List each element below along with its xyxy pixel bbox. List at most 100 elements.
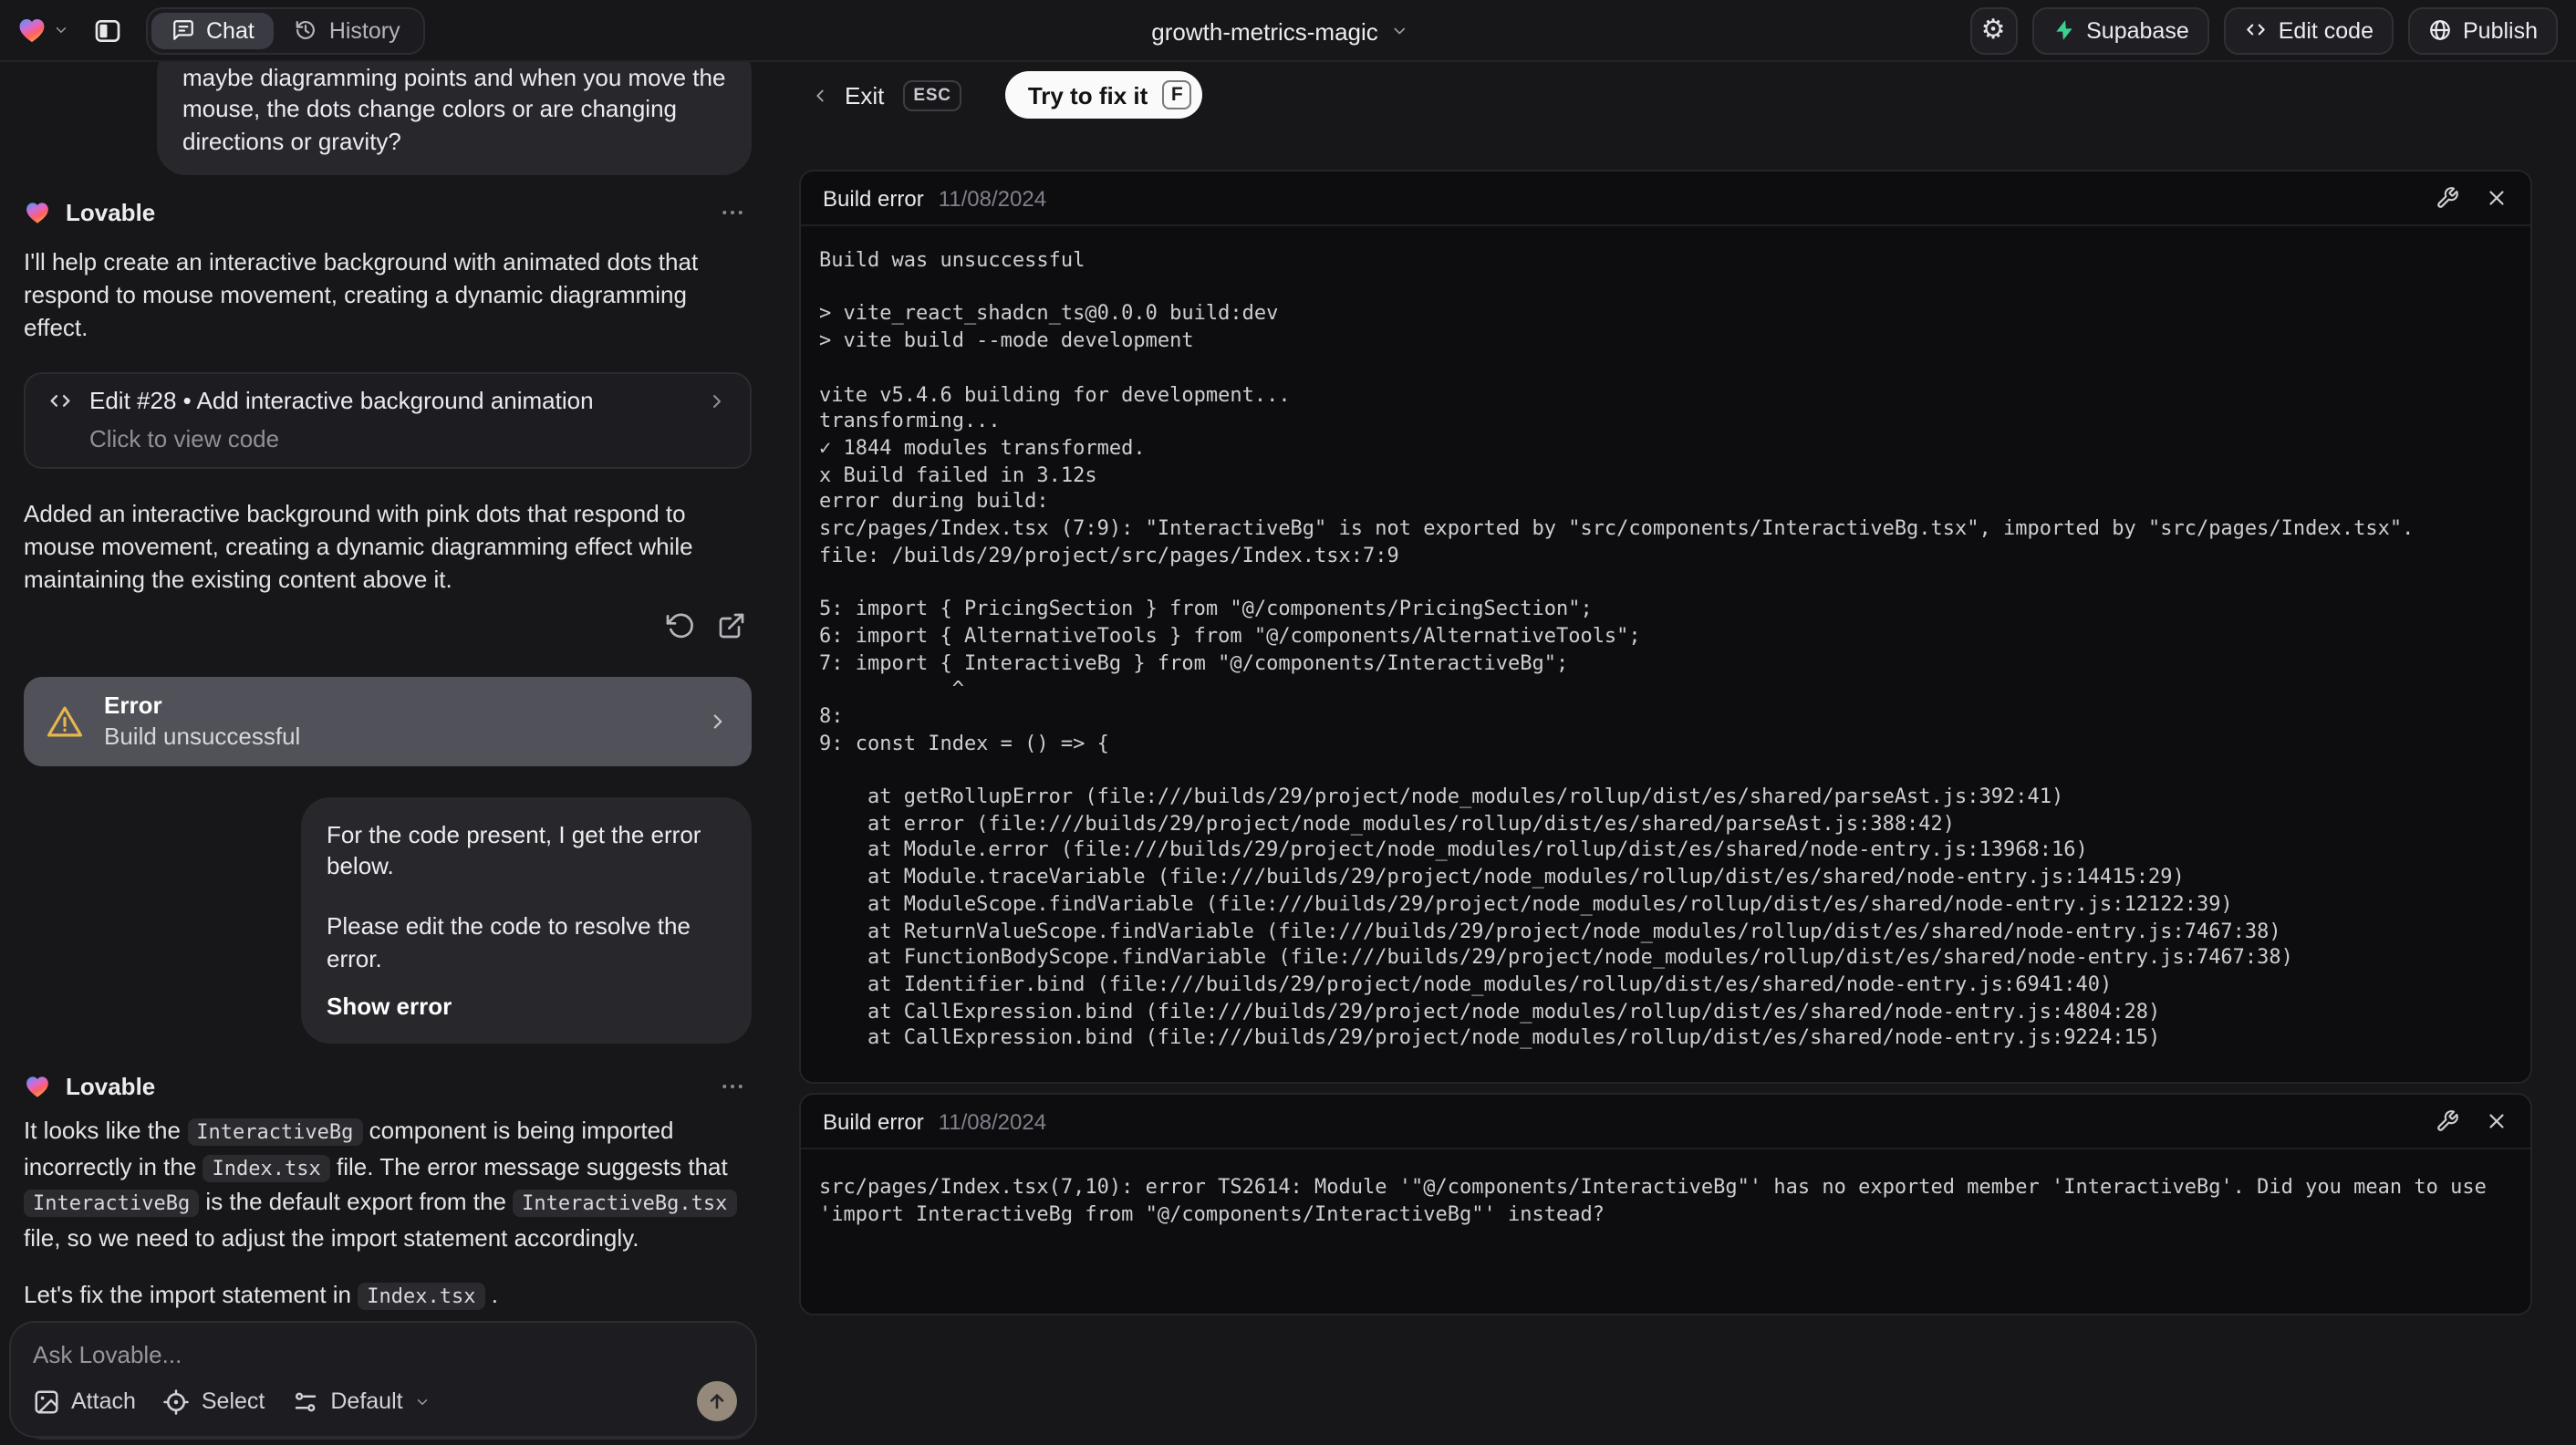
- fix-header: Exit ESC Try to fix it F: [810, 71, 2532, 119]
- exit-button[interactable]: Exit: [810, 81, 884, 109]
- refresh-icon[interactable]: [666, 611, 695, 640]
- build-error-card-2: Build error 11/08/2024 src/pages/Index.t…: [799, 1093, 2532, 1316]
- show-error-link[interactable]: Show error: [327, 991, 726, 1023]
- edit-28-card[interactable]: Edit #28 • Add interactive background an…: [24, 371, 752, 469]
- mode-dropdown[interactable]: Default: [292, 1388, 430, 1415]
- assistant-paragraph: Added an interactive background with pin…: [24, 499, 693, 593]
- assistant-header: Lovable: [24, 195, 752, 232]
- chat-input[interactable]: [33, 1341, 733, 1381]
- assistant-name: Lovable: [66, 199, 156, 227]
- select-label: Select: [201, 1388, 265, 1414]
- chat-panel: maybe diagramming points and when you mo…: [0, 62, 774, 1443]
- build-error-date: 11/08/2024: [938, 185, 1047, 211]
- error-title: Error: [104, 691, 162, 720]
- more-options-icon[interactable]: [719, 200, 746, 227]
- attach-button[interactable]: Attach: [33, 1388, 136, 1415]
- error-overlay-panel: Exit ESC Try to fix it F Build error 11/…: [774, 62, 2576, 1443]
- build-error-banner[interactable]: Error Build unsuccessful: [24, 676, 752, 766]
- open-external-icon[interactable]: [717, 611, 746, 640]
- attach-label: Attach: [71, 1388, 136, 1414]
- supabase-button[interactable]: Supabase: [2031, 6, 2209, 54]
- close-icon[interactable]: [2485, 1109, 2508, 1133]
- assistant-header: Lovable: [24, 1068, 752, 1105]
- tab-chat[interactable]: Chat: [151, 12, 275, 48]
- sidebar-toggle-button[interactable]: [86, 8, 130, 52]
- topbar: Chat History growth-metrics-magic ⚙ Supa…: [0, 0, 2576, 62]
- build-error-header: Build error 11/08/2024: [801, 1095, 2530, 1150]
- chevron-down-icon: [414, 1393, 431, 1409]
- supabase-label: Supabase: [2086, 17, 2189, 43]
- publish-button[interactable]: Publish: [2408, 6, 2558, 54]
- edit-card-title: Edit #28 • Add interactive background an…: [89, 387, 594, 415]
- target-icon: [163, 1388, 191, 1415]
- chevron-down-icon: [1391, 22, 1409, 40]
- tab-chat-label: Chat: [206, 17, 254, 43]
- error-texts: Error Build unsuccessful: [104, 692, 300, 751]
- code-brackets-icon: [2244, 18, 2268, 42]
- chevron-left-icon: [810, 85, 830, 105]
- build-error-date: 11/08/2024: [938, 1108, 1047, 1135]
- topbar-left: Chat History: [16, 6, 426, 54]
- chevron-right-icon: [706, 710, 730, 733]
- globe-icon: [2428, 18, 2452, 42]
- build-log: src/pages/Index.tsx(7,10): error TS2614:…: [819, 1175, 2499, 1227]
- supabase-bolt-icon: [2051, 18, 2075, 42]
- lovable-heart-icon: [16, 15, 47, 46]
- topbar-right: ⚙ Supabase Edit code Publish: [1969, 6, 2558, 54]
- arrow-up-icon: [706, 1390, 728, 1412]
- try-to-fix-button[interactable]: Try to fix it F: [1005, 71, 1203, 119]
- tab-history-label: History: [328, 17, 400, 43]
- exit-label: Exit: [845, 81, 885, 109]
- panel-left-icon: [93, 16, 122, 45]
- chat-composer: Attach Select Default: [9, 1321, 757, 1438]
- user-message-line: Please edit the code to resolve the erro…: [327, 912, 691, 972]
- lovable-menu[interactable]: [16, 15, 69, 46]
- main-layout: maybe diagramming points and when you mo…: [0, 62, 2576, 1443]
- wrench-icon[interactable]: [2436, 186, 2459, 210]
- close-icon[interactable]: [2485, 186, 2508, 210]
- send-button[interactable]: [697, 1381, 737, 1421]
- project-switcher[interactable]: growth-metrics-magic: [1151, 0, 1409, 62]
- chevron-down-icon: [53, 22, 69, 38]
- user-message: maybe diagramming points and when you mo…: [157, 62, 752, 175]
- history-clock-icon: [295, 18, 318, 42]
- edit-card-row: Edit #28 • Add interactive background an…: [47, 387, 728, 416]
- publish-label: Publish: [2463, 17, 2538, 43]
- select-button[interactable]: Select: [163, 1388, 265, 1415]
- f-key-badge: F: [1162, 80, 1192, 109]
- gear-icon: ⚙: [1980, 15, 2006, 46]
- composer-toolbar: Attach Select Default: [33, 1381, 737, 1421]
- user-message-line: For the code present, I get the error be…: [327, 820, 701, 880]
- edit-code-button[interactable]: Edit code: [2223, 6, 2394, 54]
- user-message-text: maybe diagramming points and when you mo…: [182, 64, 726, 155]
- build-log: Build was unsuccessful > vite_react_shad…: [819, 248, 2415, 1050]
- view-switcher: Chat History: [146, 6, 426, 54]
- message-actions: [24, 611, 752, 640]
- esc-key-badge: ESC: [902, 79, 962, 110]
- sliders-icon: [292, 1388, 319, 1415]
- build-error-header: Build error 11/08/2024: [801, 172, 2530, 226]
- assistant-paragraph: I'll help create an interactive backgrou…: [24, 247, 699, 341]
- build-error-card-1: Build error 11/08/2024 Build was unsucce…: [799, 170, 2532, 1085]
- try-to-fix-label: Try to fix it: [1027, 81, 1148, 109]
- warning-triangle-icon: [46, 702, 84, 741]
- build-error-title: Build error: [823, 1108, 924, 1135]
- assistant-paragraph: It looks like the InteractiveBg componen…: [24, 1116, 752, 1256]
- error-subtitle: Build unsuccessful: [104, 722, 301, 751]
- mode-label: Default: [330, 1388, 403, 1414]
- assistant-paragraph: Let's fix the import statement in Index.…: [24, 1281, 498, 1311]
- app-window: Chat History growth-metrics-magic ⚙ Supa…: [0, 0, 2576, 1445]
- code-brackets-icon: [47, 389, 73, 414]
- assistant-name: Lovable: [66, 1072, 156, 1100]
- image-icon: [33, 1388, 60, 1415]
- view-code-label: Click to view code: [89, 424, 280, 452]
- lovable-heart-icon: [24, 200, 51, 227]
- tab-history[interactable]: History: [275, 12, 421, 48]
- user-message: For the code present, I get the error be…: [301, 796, 752, 1045]
- project-name: growth-metrics-magic: [1151, 17, 1378, 45]
- more-options-icon[interactable]: [719, 1073, 746, 1100]
- build-error-title: Build error: [823, 185, 924, 211]
- wrench-icon[interactable]: [2436, 1109, 2459, 1133]
- lovable-heart-icon: [24, 1073, 51, 1100]
- settings-button[interactable]: ⚙: [1969, 6, 2018, 54]
